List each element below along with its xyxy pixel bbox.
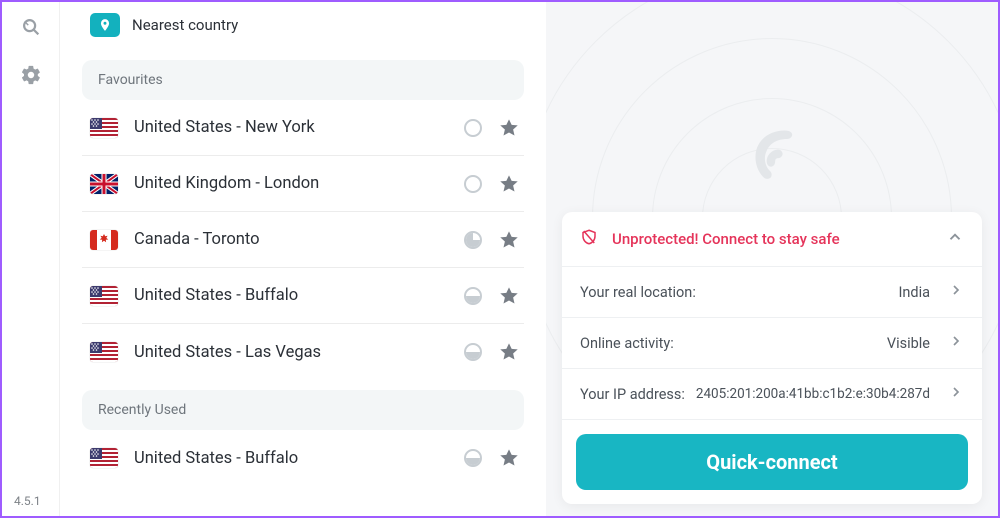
settings-icon[interactable] — [20, 64, 42, 86]
chevron-up-icon[interactable] — [946, 228, 964, 250]
chevron-right-icon — [948, 282, 964, 302]
ip-address-value: 2405:201:200a:41bb:c1b2:e:30b4:287d — [696, 386, 930, 403]
app-window: 4.5.1 Nearest country Favourites United … — [0, 0, 1000, 518]
location-row[interactable]: United States - New York — [82, 100, 524, 156]
real-location-value: India — [898, 284, 930, 301]
location-row[interactable]: United States - Buffalo — [82, 430, 524, 486]
recent-header: Recently Used — [82, 390, 524, 430]
location-label: United States - New York — [134, 118, 448, 137]
location-row[interactable]: United Kingdom - London — [82, 156, 524, 212]
locations-panel: Nearest country Favourites United States… — [60, 2, 546, 516]
location-label: Canada - Toronto — [134, 230, 448, 249]
nearest-country-button[interactable]: Nearest country — [90, 8, 524, 42]
flag-icon — [90, 342, 118, 362]
real-location-label: Your real location: — [580, 284, 696, 301]
flag-icon — [90, 174, 118, 194]
shield-off-icon — [580, 228, 598, 250]
ip-address-label: Your IP address: — [580, 386, 685, 403]
flag-icon — [90, 448, 118, 468]
app-logo-icon — [738, 122, 806, 190]
quick-connect-button[interactable]: Quick-connect — [576, 434, 968, 490]
chevron-right-icon — [948, 384, 964, 404]
nearest-country-label: Nearest country — [132, 16, 238, 34]
warning-text: Unprotected! Connect to stay safe — [612, 230, 840, 248]
flag-icon — [90, 286, 118, 306]
ip-address-row[interactable]: Your IP address: 2405:201:200a:41bb:c1b2… — [562, 369, 982, 420]
location-label: United States - Buffalo — [134, 449, 448, 468]
location-label: United States - Las Vegas — [134, 343, 448, 362]
favourite-star-icon[interactable] — [498, 285, 520, 307]
recent-list: United States - Buffalo — [82, 430, 524, 486]
chevron-right-icon — [948, 333, 964, 353]
location-row[interactable]: United States - Las Vegas — [82, 324, 524, 380]
search-icon[interactable] — [20, 16, 42, 38]
online-activity-value: Visible — [887, 335, 930, 352]
left-sidebar — [2, 2, 60, 516]
favourite-star-icon[interactable] — [498, 229, 520, 251]
flag-icon — [90, 230, 118, 250]
favourite-star-icon[interactable] — [498, 173, 520, 195]
favourites-header: Favourites — [82, 60, 524, 100]
favourite-star-icon[interactable] — [498, 447, 520, 469]
connection-card: Unprotected! Connect to stay safe Your r… — [562, 212, 982, 504]
location-row[interactable]: United States - Buffalo — [82, 268, 524, 324]
load-indicator-icon — [464, 343, 482, 361]
load-indicator-icon — [464, 449, 482, 467]
location-row[interactable]: Canada - Toronto — [82, 212, 524, 268]
version-label: 4.5.1 — [14, 494, 41, 508]
location-label: United Kingdom - London — [134, 174, 448, 193]
favourite-star-icon[interactable] — [498, 117, 520, 139]
real-location-row[interactable]: Your real location: India — [562, 267, 982, 318]
load-indicator-icon — [464, 119, 482, 137]
favourites-list: United States - New York United Kingdom … — [82, 100, 524, 380]
load-indicator-icon — [464, 175, 482, 193]
online-activity-label: Online activity: — [580, 335, 674, 352]
load-indicator-icon — [464, 287, 482, 305]
location-label: United States - Buffalo — [134, 286, 448, 305]
warning-banner[interactable]: Unprotected! Connect to stay safe — [562, 212, 982, 267]
online-activity-row[interactable]: Online activity: Visible — [562, 318, 982, 369]
favourite-star-icon[interactable] — [498, 341, 520, 363]
flag-icon — [90, 118, 118, 138]
pin-icon — [90, 13, 120, 37]
status-panel: Unprotected! Connect to stay safe Your r… — [546, 2, 998, 516]
load-indicator-icon — [464, 231, 482, 249]
